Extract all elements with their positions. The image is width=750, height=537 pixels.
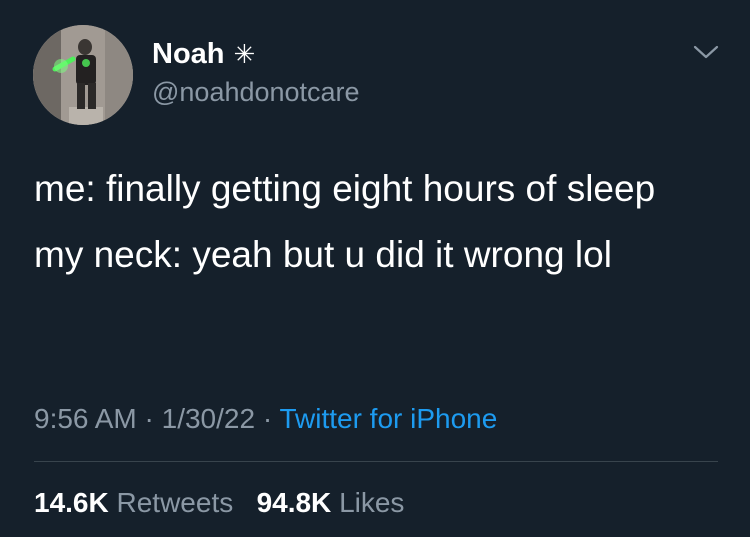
author-name-row[interactable]: Noah ✳ bbox=[152, 37, 255, 71]
likes-count: 94.8K bbox=[256, 487, 332, 518]
divider bbox=[34, 461, 718, 462]
author-display-name[interactable]: Noah bbox=[152, 37, 225, 71]
retweets-label: Retweets bbox=[116, 487, 234, 518]
tweet-date[interactable]: 1/30/22 bbox=[162, 403, 255, 434]
avatar[interactable] bbox=[33, 25, 133, 125]
tweet-stats: 14.6K Retweets 94.8K Likes bbox=[34, 485, 404, 521]
tweet-time[interactable]: 9:56 AM bbox=[34, 403, 137, 434]
avatar-photo bbox=[33, 25, 133, 125]
tweet-line: my neck: yeah but u did it wrong lol bbox=[34, 234, 612, 275]
tweet-line: me: finally getting eight hours of sleep bbox=[34, 168, 656, 209]
retweets-stat[interactable]: 14.6K Retweets bbox=[34, 487, 233, 518]
tweet-card: Noah ✳ @noahdonotcare me: finally gettin… bbox=[0, 0, 750, 537]
likes-stat[interactable]: 94.8K Likes bbox=[257, 487, 405, 518]
author-handle[interactable]: @noahdonotcare bbox=[152, 76, 360, 108]
chevron-down-icon[interactable] bbox=[692, 42, 720, 62]
tweet-text: me: finally getting eight hours of sleep… bbox=[34, 160, 724, 283]
tweet-meta: 9:56 AM · 1/30/22 · Twitter for iPhone bbox=[34, 401, 497, 437]
likes-label: Likes bbox=[339, 487, 405, 518]
retweets-count: 14.6K bbox=[34, 487, 109, 518]
meta-separator: · bbox=[144, 403, 154, 434]
meta-separator: · bbox=[262, 403, 273, 434]
tweet-source-link[interactable]: Twitter for iPhone bbox=[279, 403, 497, 434]
asterisk-icon: ✳ bbox=[233, 39, 256, 69]
